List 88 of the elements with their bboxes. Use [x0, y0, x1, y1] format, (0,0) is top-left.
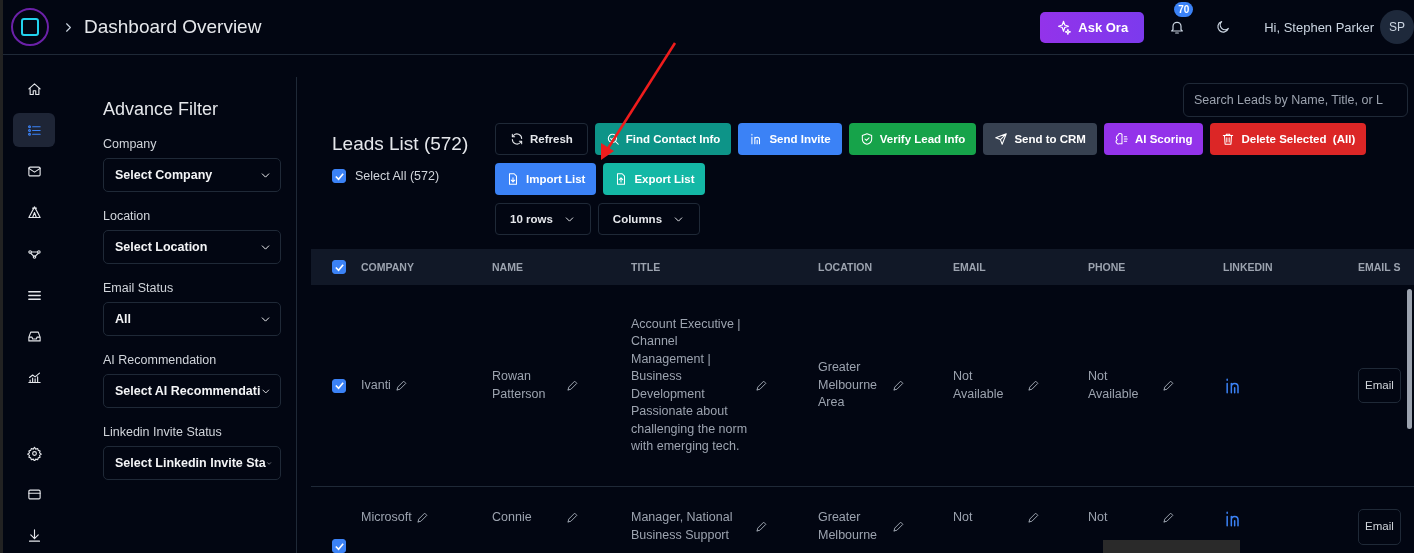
pencil-icon: [394, 379, 408, 392]
dropdown-button[interactable]: Columns: [597, 203, 701, 235]
app-logo[interactable]: [11, 8, 49, 46]
user-avatar[interactable]: SP: [1380, 10, 1414, 44]
tent-icon: [26, 205, 42, 221]
table-cell-text: Ivanti: [361, 376, 391, 394]
filter-select[interactable]: All: [103, 302, 281, 336]
action-button[interactable]: Refresh: [495, 123, 588, 155]
table-cell-text: Connie: [492, 509, 533, 526]
table-cell-text: Account Executive | Channel Management | Business Development Passionate about challenging the norm with emerging tech.: [631, 315, 749, 455]
table-cell-text: Not: [1088, 509, 1109, 526]
column-header: TITLE: [631, 261, 662, 273]
table-cell-text: Not Available: [953, 368, 1005, 403]
brain-icon: [1114, 132, 1129, 146]
theme-toggle[interactable]: [1215, 19, 1232, 35]
action-button[interactable]: Import List: [495, 163, 597, 195]
filter-label: AI Recommendation: [103, 353, 218, 367]
filter-title: Advance Filter: [103, 99, 220, 120]
bell-icon: [1169, 19, 1186, 35]
list-icon: [26, 122, 42, 138]
table-cell-text: Manager, National Business Support: [631, 509, 734, 544]
pencil-icon: [755, 379, 768, 392]
filter-label: Linkedin Invite Status: [103, 425, 223, 439]
refresh-icon: [510, 132, 524, 146]
dropdown-button[interactable]: 10 rows: [495, 203, 591, 235]
home-icon: [26, 81, 42, 97]
scrollbar[interactable]: [1407, 289, 1412, 429]
column-header: PHONE: [1088, 261, 1127, 273]
table-cell-text: Not: [953, 509, 974, 526]
filter-select[interactable]: Select Location: [103, 230, 281, 264]
user-greeting: Hi, Stephen Parker: [1264, 19, 1374, 35]
action-button[interactable]: Find Contact Info: [594, 123, 732, 155]
action-button[interactable]: Send to CRM: [983, 123, 1097, 155]
filter-select[interactable]: Select AI Recommendati: [103, 374, 281, 408]
filter-select[interactable]: Select Company: [103, 158, 281, 192]
pencil-icon: [755, 520, 768, 533]
notification-badge: 70: [1174, 2, 1194, 17]
checkbox[interactable]: [332, 169, 346, 183]
table-cell-text: Microsoft: [361, 509, 412, 526]
select-all-label: Select All (572): [355, 169, 440, 183]
filter-label: Location: [103, 209, 152, 223]
column-header: NAME: [492, 261, 524, 273]
pencil-icon: [892, 379, 905, 392]
ask-ora-button[interactable]: Ask Ora: [1040, 11, 1145, 43]
email-status-select[interactable]: Email: [1358, 509, 1401, 545]
column-header: LINKEDIN: [1223, 261, 1274, 273]
filter-label: Email Status: [103, 281, 175, 295]
column-header: COMPANY: [361, 261, 415, 273]
pencil-icon: [1162, 379, 1175, 392]
import-icon: [506, 172, 520, 186]
pencil-icon: [1027, 379, 1040, 392]
gear-icon: [26, 445, 42, 461]
card-icon: [26, 487, 42, 503]
mail-icon: [26, 164, 42, 180]
action-button[interactable]: Send Invite: [738, 123, 842, 155]
shield-icon: [859, 132, 874, 146]
filter-select[interactable]: Select Linkedin Invite Sta: [103, 446, 281, 480]
checkbox[interactable]: [332, 260, 346, 274]
column-header: EMAIL: [953, 261, 987, 273]
chart-icon: [26, 370, 42, 386]
search-field[interactable]: Search Leads by Name, Title, or L: [1183, 83, 1408, 117]
table-cell-text: Greater Melbourne Area: [818, 359, 879, 412]
action-button[interactable]: AI Scoring: [1103, 123, 1204, 155]
leads-title: Leads List (572): [332, 133, 470, 155]
table-cell-text: Not Available: [1088, 368, 1140, 403]
inbox-icon: [26, 329, 42, 344]
pencil-icon: [892, 520, 905, 533]
email-status-select[interactable]: Email: [1358, 367, 1401, 404]
moon-icon: [1215, 19, 1232, 35]
download-icon: [26, 528, 42, 544]
pencil-icon: [415, 511, 429, 525]
checkbox[interactable]: [332, 539, 346, 553]
sparkle-icon: [1056, 19, 1072, 35]
pencil-icon: [1162, 511, 1175, 525]
pencil-icon: [566, 511, 579, 525]
table-cell-text: Rowan Patterson: [492, 368, 547, 403]
send-icon: [994, 132, 1009, 146]
pencil-icon: [566, 379, 579, 392]
column-header: LOCATION: [818, 261, 874, 273]
page-title: Dashboard Overview: [84, 16, 262, 38]
table-cell-text: Greater Melbourne: [818, 509, 879, 544]
find-icon: [605, 132, 620, 146]
filter-label: Company: [103, 137, 158, 151]
trash-icon: [1221, 132, 1236, 146]
checkbox[interactable]: [332, 378, 346, 393]
column-header: EMAIL S: [1358, 261, 1402, 273]
action-button[interactable]: Delete Selected (All): [1210, 123, 1367, 155]
pencil-icon: [1027, 511, 1040, 525]
